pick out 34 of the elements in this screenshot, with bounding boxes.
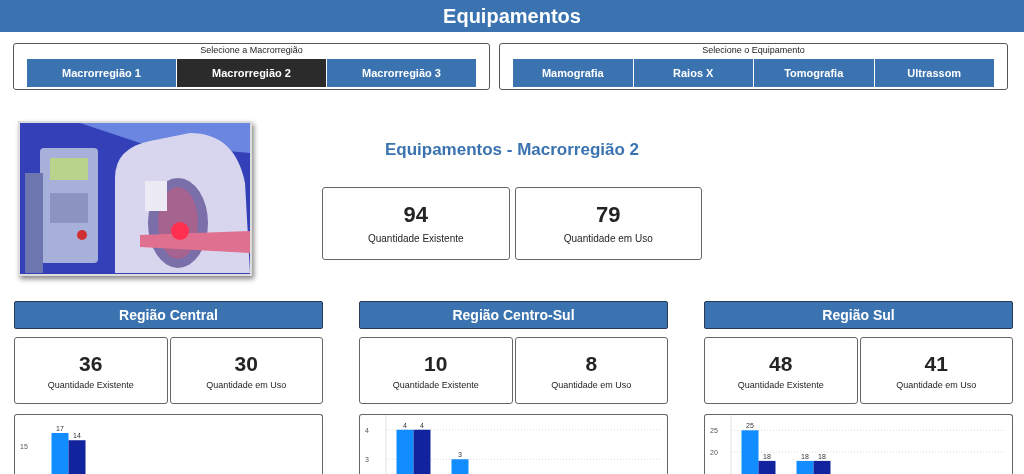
kpi-value: 10: [424, 350, 448, 377]
kpi-label: Quantidade em Uso: [206, 378, 287, 391]
bar: [451, 459, 469, 474]
kpi-label: Quantidade em Uso: [551, 378, 632, 391]
kpi-value: 36: [79, 350, 103, 377]
kpi-label: Quantidade Existente: [47, 378, 134, 391]
slicer-button[interactable]: Ultrassom: [874, 59, 994, 87]
kpi-value: 8: [585, 350, 598, 377]
kpi-value: 41: [924, 350, 948, 377]
slicer-button[interactable]: Macrorregião 2: [177, 59, 326, 87]
page-title: Equipamentos: [0, 0, 1024, 32]
kpi-value: 79: [596, 202, 621, 228]
region-header: Região Sul: [704, 301, 1013, 329]
bar: [51, 433, 69, 474]
slicer-button[interactable]: Raios X: [633, 59, 753, 87]
kpi-value: 30: [234, 350, 258, 377]
kpi-value: 48: [769, 350, 793, 377]
bar: [796, 460, 814, 474]
kpi-label: Quantidade Existente: [737, 378, 824, 391]
kpi-label: Quantidade Existente: [392, 378, 479, 391]
slicer-button[interactable]: Macrorregião 3: [327, 59, 476, 87]
selector-label: Selecione o Equipamento: [701, 45, 806, 56]
slicer-button[interactable]: Tomografia: [754, 59, 874, 87]
region-header: Região Centro-Sul: [359, 301, 668, 329]
kpi-value: 94: [403, 202, 428, 228]
bar: [396, 429, 414, 474]
section-title: Equipamentos - Macrorregião 2: [384, 139, 640, 161]
region-header: Região Central: [14, 301, 323, 329]
slicer-button[interactable]: Mamografia: [513, 59, 633, 87]
selector-label: Selecione a Macrorregião: [199, 45, 304, 56]
kpi-label: Quantidade em Uso: [563, 233, 653, 245]
slicer-button[interactable]: Macrorregião 1: [27, 59, 176, 87]
kpi-label: Quantidade em Uso: [896, 378, 977, 391]
kpi-label: Quantidade Existente: [367, 233, 464, 245]
